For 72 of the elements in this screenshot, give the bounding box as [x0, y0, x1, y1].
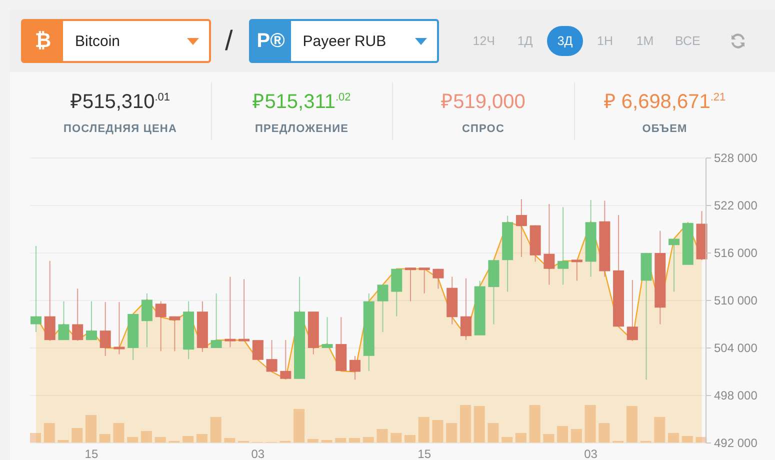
candlestick: [169, 316, 180, 352]
candlestick: [460, 278, 472, 341]
candlestick: [474, 280, 486, 336]
stat-value: ₽515,311$^{.02}$: [252, 90, 351, 114]
stat-label: ПРЕДЛОЖЕНИЕ: [254, 123, 349, 135]
caret-icon: [187, 38, 199, 44]
candlestick: [488, 260, 500, 325]
candlestick: [280, 340, 292, 380]
candlestick: [128, 313, 139, 360]
candlestick: [58, 300, 70, 341]
candlestick: [696, 210, 708, 261]
stat-label: СПРОС: [462, 123, 505, 135]
stat-value: ₽ 6,698,671$^{.21}$: [604, 90, 726, 114]
date-label: 03: [251, 447, 265, 460]
candlestick: [668, 238, 680, 292]
date-label: 15: [418, 447, 432, 460]
date-label: 15: [84, 447, 98, 460]
currency-logo: ₿: [23, 21, 63, 61]
currency-select[interactable]: P® Payeer RUB: [248, 19, 439, 63]
candlestick: [210, 292, 222, 348]
candlestick: [238, 278, 250, 342]
candlestick: [114, 302, 125, 355]
candlestick: [196, 300, 208, 352]
candlestick: [530, 224, 541, 262]
candlestick: [377, 284, 388, 333]
candlestick: [141, 292, 152, 348]
candlestick: [322, 316, 333, 348]
axis-label: 528 000: [714, 152, 758, 165]
period-tab[interactable]: ВСЕ: [667, 26, 708, 56]
refresh-icon[interactable]: [730, 33, 746, 49]
period-tab[interactable]: 1Д: [507, 26, 544, 56]
currency-name: Payeer RUB: [302, 32, 388, 50]
candlestick: [432, 268, 444, 290]
caret-icon: [414, 38, 427, 44]
candlestick: [266, 340, 278, 372]
axis-label: 516 000: [714, 246, 758, 260]
candlestick: [626, 279, 638, 341]
currency-logo: P®: [250, 21, 291, 61]
candlestick: [183, 300, 194, 360]
axis-label: 498 000: [714, 388, 758, 402]
axis-label: 510 000: [714, 294, 758, 308]
axis-label: 522 000: [714, 198, 758, 212]
candlestick: [571, 260, 582, 282]
candlestick: [516, 198, 527, 258]
candlestick: [336, 316, 347, 372]
candlestick: [391, 268, 402, 317]
candlestick: [682, 222, 694, 266]
candlestick: [405, 268, 416, 302]
candlestick: [418, 268, 430, 294]
candlestick: [155, 300, 166, 352]
period-tab[interactable]: 3Д: [547, 26, 584, 56]
candlestick: [72, 288, 84, 341]
stat-value: ₽519,000: [441, 90, 526, 114]
currency-name: Bitcoin: [74, 32, 122, 50]
period-tab[interactable]: 1Н: [587, 26, 624, 56]
candlestick: [86, 300, 97, 341]
stat-label: ПОСЛЕДНЯЯ ЦЕНА: [64, 123, 177, 135]
candlestick: [100, 302, 111, 356]
axis-label: 504 000: [714, 341, 758, 355]
period-tab[interactable]: 1М: [627, 26, 664, 56]
axis-label: 492 000: [714, 436, 758, 450]
currency-select[interactable]: ₿ Bitcoin: [21, 19, 211, 63]
candlestick: [224, 276, 236, 348]
stat-value: ₽515,310$^{.01}$: [70, 90, 170, 114]
date-label: 03: [584, 447, 598, 460]
candlestick: [252, 340, 264, 360]
candlestick: [308, 311, 319, 355]
candlestick: [446, 276, 458, 325]
period-tab[interactable]: 12Ч: [464, 26, 504, 56]
pair-separator: /: [225, 25, 233, 57]
stat-label: ОБЪЕМ: [642, 123, 688, 135]
candlestick: [350, 355, 360, 380]
